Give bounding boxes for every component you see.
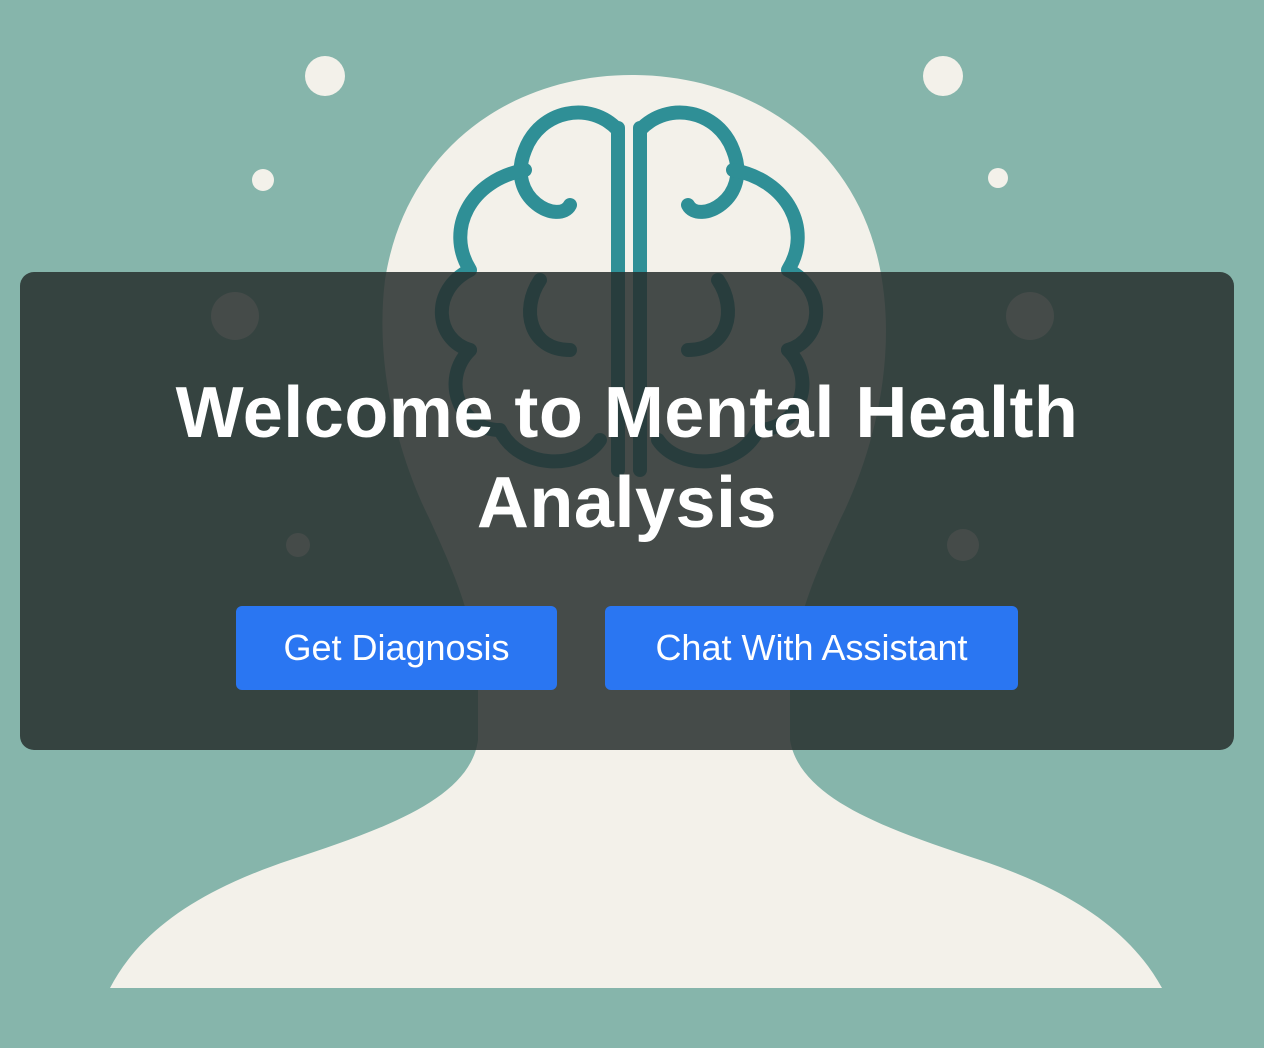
hero-card: Welcome to Mental Health Analysis Get Di…: [20, 272, 1234, 750]
get-diagnosis-button[interactable]: Get Diagnosis: [236, 606, 557, 690]
page-title: Welcome to Mental Health Analysis: [175, 373, 1079, 543]
chat-with-assistant-button[interactable]: Chat With Assistant: [605, 606, 1018, 690]
landing-page: Welcome to Mental Health Analysis Get Di…: [0, 0, 1264, 1048]
action-buttons: Get Diagnosis Chat With Assistant: [20, 606, 1234, 690]
